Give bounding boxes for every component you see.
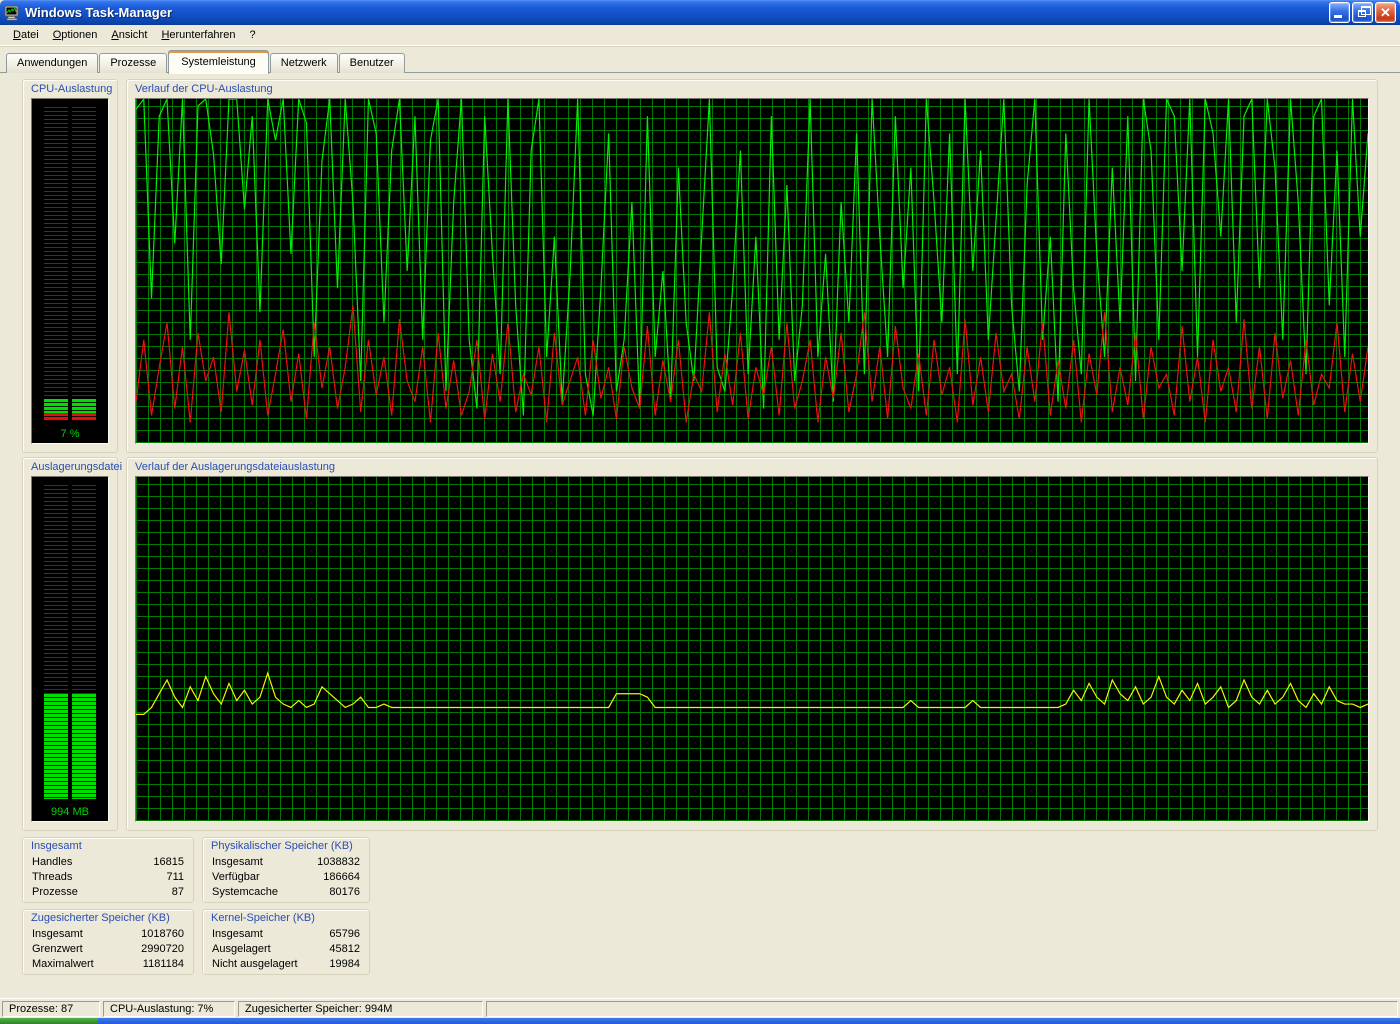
pagefile-history-plot — [136, 477, 1368, 821]
pagefile-value: 994 MB — [32, 806, 108, 818]
stat-row: Insgesamt 1038832 — [212, 855, 360, 870]
stat-value: 80176 — [329, 885, 360, 900]
stat-label: Verfügbar — [212, 870, 260, 885]
stat-label: Insgesamt — [32, 927, 83, 942]
status-bar: Prozesse: 87 CPU-Auslastung: 7% Zugesich… — [0, 998, 1400, 1018]
status-cpu-usage: CPU-Auslastung: 7% — [103, 1001, 235, 1017]
pagefile-history-group-title: Verlauf der Auslagerungsdateiauslastung — [135, 461, 335, 473]
stat-value: 186664 — [323, 870, 360, 885]
stat-row: Threads 711 — [32, 870, 184, 885]
stat-row: Verfügbar 186664 — [212, 870, 360, 885]
pagefile-history-chart — [136, 477, 1368, 821]
stat-label: Nicht ausgelagert — [212, 957, 298, 972]
stat-value: 65796 — [329, 927, 360, 942]
stat-label: Insgesamt — [212, 855, 263, 870]
stat-row: Nicht ausgelagert 19984 — [212, 957, 360, 972]
cpu-usage-value: 7 % — [32, 428, 108, 440]
kernel-memory-groupbox: Kernel-Speicher (KB) Insgesamt 65796 Ausg… — [202, 909, 370, 975]
cpu-usage-gauge: 7 % — [31, 98, 109, 444]
pagefile-gauge: 994 MB — [31, 476, 109, 822]
stat-value: 711 — [166, 870, 184, 885]
taskbar-edge — [0, 1018, 1400, 1024]
stat-row: Grenzwert 2990720 — [32, 942, 184, 957]
pagefile-group-title: Auslagerungsdatei — [31, 461, 122, 473]
cpu-history-plot — [136, 99, 1368, 443]
menu-ansicht[interactable]: Ansicht — [104, 27, 154, 43]
status-empty-pane — [486, 1001, 1398, 1017]
totals-groupbox: Insgesamt Handles 16815 Threads 711 Prozes… — [22, 837, 194, 903]
menu-optionen[interactable]: Optionen — [46, 27, 105, 43]
close-icon: ✕ — [1376, 3, 1395, 22]
stat-row: Ausgelagert 45812 — [212, 942, 360, 957]
task-manager-icon — [4, 5, 21, 21]
stat-label: Ausgelagert — [212, 942, 271, 957]
physical-memory-group-title: Physikalischer Speicher (KB) — [211, 840, 353, 852]
performance-tab-page: CPU-Auslastung 7 % Verlauf der CPU-Ausla… — [0, 73, 1400, 998]
stat-label: Threads — [32, 870, 72, 885]
start-button-edge[interactable] — [0, 1018, 98, 1024]
stat-value: 19984 — [329, 957, 360, 972]
cpu-history-chart-frame — [135, 98, 1369, 444]
stat-label: Grenzwert — [32, 942, 83, 957]
stat-label: Handles — [32, 855, 72, 870]
task-manager-window: Windows Task-Manager ✕ Datei Optionen An… — [0, 0, 1400, 1024]
close-button[interactable]: ✕ — [1375, 2, 1396, 23]
pagefile-gauge-meter — [44, 485, 96, 799]
cpu-history-groupbox: Verlauf der CPU-Auslastung — [126, 79, 1378, 453]
stat-value: 1018760 — [141, 927, 184, 942]
pagefile-groupbox: Auslagerungsdatei 994 MB — [22, 457, 118, 831]
menu-bar: Datei Optionen Ansicht Herunterfahren ? — [0, 25, 1400, 46]
menu-herunterfahren[interactable]: Herunterfahren — [154, 27, 242, 43]
stat-label: Insgesamt — [212, 927, 263, 942]
cpu-usage-groupbox: CPU-Auslastung 7 % — [22, 79, 118, 453]
tab-benutzer[interactable]: Benutzer — [339, 53, 405, 73]
stat-row: Handles 16815 — [32, 855, 184, 870]
stat-value: 2990720 — [141, 942, 184, 957]
tab-strip: Anwendungen Prozesse Systemleistung Netz… — [0, 46, 1400, 73]
taskbar-bar-edge[interactable] — [98, 1018, 1400, 1024]
stat-label: Systemcache — [212, 885, 278, 900]
kernel-memory-group-title: Kernel-Speicher (KB) — [211, 912, 315, 924]
menu-datei[interactable]: Datei — [6, 27, 46, 43]
status-processes: Prozesse: 87 — [2, 1001, 100, 1017]
restore-button[interactable] — [1352, 2, 1373, 23]
stat-value: 87 — [172, 885, 184, 900]
tab-netzwerk[interactable]: Netzwerk — [270, 53, 338, 73]
stat-row: Insgesamt 65796 — [212, 927, 360, 942]
stat-value: 45812 — [329, 942, 360, 957]
cpu-gauge-meter — [44, 107, 96, 421]
cpu-history-chart — [136, 99, 1368, 443]
stat-value: 16815 — [153, 855, 184, 870]
stat-label: Maximalwert — [32, 957, 94, 972]
stat-row: Prozesse 87 — [32, 885, 184, 900]
physical-memory-groupbox: Physikalischer Speicher (KB) Insgesamt 10… — [202, 837, 370, 903]
pagefile-history-groupbox: Verlauf der Auslagerungsdateiauslastung — [126, 457, 1378, 831]
totals-group-title: Insgesamt — [31, 840, 82, 852]
title-bar[interactable]: Windows Task-Manager ✕ — [0, 0, 1400, 25]
stat-label: Prozesse — [32, 885, 78, 900]
tab-prozesse[interactable]: Prozesse — [99, 53, 167, 73]
commit-charge-groupbox: Zugesicherter Speicher (KB) Insgesamt 101… — [22, 909, 194, 975]
stat-row: Maximalwert 1181184 — [32, 957, 184, 972]
minimize-button[interactable] — [1329, 2, 1350, 23]
commit-charge-group-title: Zugesicherter Speicher (KB) — [31, 912, 170, 924]
pagefile-history-chart-frame — [135, 476, 1369, 822]
status-commit-charge: Zugesicherter Speicher: 994M — [238, 1001, 483, 1017]
minimize-icon — [1334, 15, 1342, 18]
cpu-history-group-title: Verlauf der CPU-Auslastung — [135, 83, 273, 95]
stat-value: 1038832 — [317, 855, 360, 870]
stat-row: Systemcache 80176 — [212, 885, 360, 900]
stat-value: 1181184 — [143, 957, 184, 972]
tab-systemleistung[interactable]: Systemleistung — [168, 50, 269, 74]
menu-hilfe[interactable]: ? — [242, 27, 262, 43]
tab-anwendungen[interactable]: Anwendungen — [6, 53, 98, 73]
stat-row: Insgesamt 1018760 — [32, 927, 184, 942]
cpu-usage-group-title: CPU-Auslastung — [31, 83, 112, 95]
restore-icon — [1358, 10, 1366, 17]
window-title: Windows Task-Manager — [25, 5, 1327, 20]
